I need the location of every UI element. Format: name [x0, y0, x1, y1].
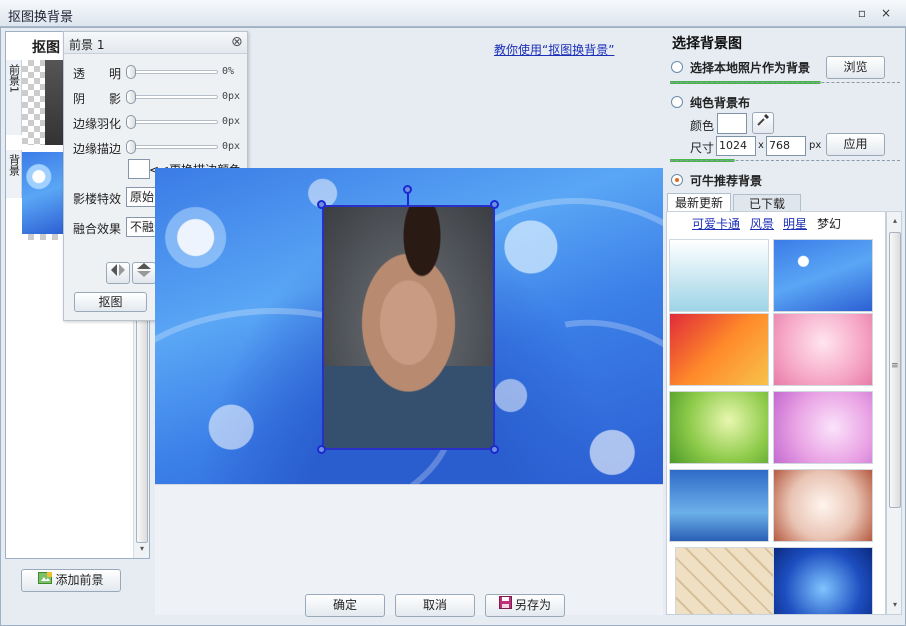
background-thumb[interactable]	[669, 469, 769, 542]
background-thumb[interactable]	[675, 547, 775, 614]
resize-handle-bottom-left[interactable]	[317, 445, 326, 454]
shadow-knob[interactable]	[126, 90, 136, 104]
maximize-button[interactable]: ▫	[854, 5, 870, 21]
panel-heading: 抠图	[32, 40, 60, 56]
radio-local-photo[interactable]	[671, 61, 683, 73]
help-link[interactable]: 教你使用“抠图换背景”	[494, 41, 614, 58]
background-thumb[interactable]	[773, 547, 873, 614]
transparency-knob[interactable]	[126, 65, 136, 79]
add-image-icon	[38, 570, 53, 591]
transparency-slider[interactable]	[128, 70, 218, 74]
shadow-slider[interactable]	[128, 95, 218, 99]
flip-vertical-button[interactable]	[132, 262, 156, 284]
stroke-label: 边缘描边	[73, 142, 122, 156]
background-thumb[interactable]	[773, 391, 873, 464]
size-unit: px	[809, 140, 822, 151]
radio-recommended[interactable]	[671, 174, 683, 186]
eyedropper-icon	[757, 114, 769, 126]
local-photo-label: 选择本地照片作为背景	[690, 61, 811, 75]
rotate-handle-stem	[407, 192, 409, 206]
tab-foreground[interactable]: 前景1	[6, 60, 22, 135]
color-swatch[interactable]	[717, 113, 747, 134]
height-input[interactable]: 768	[766, 136, 806, 156]
close-properties-icon[interactable]: ⊗	[231, 34, 243, 50]
recommended-label: 可牛推荐背景	[690, 174, 763, 188]
ok-button[interactable]: 确定	[305, 594, 385, 617]
gallery-scrollbar[interactable]: ▴ ≡ ▾	[886, 211, 902, 615]
radio-solid-color[interactable]	[671, 96, 683, 108]
blend-label: 融合效果	[73, 222, 122, 236]
category-stars[interactable]: 明星	[783, 215, 807, 232]
tab-latest[interactable]: 最新更新	[667, 193, 731, 212]
editing-canvas[interactable]	[155, 168, 663, 484]
foreground-photo[interactable]	[322, 205, 495, 450]
save-as-label: 另存为	[514, 598, 551, 612]
properties-header: 前景 1 ⊗	[64, 32, 247, 54]
background-thumb[interactable]	[669, 313, 769, 386]
add-foreground-button[interactable]: 添加前景	[21, 569, 121, 592]
background-thumbnail[interactable]	[22, 152, 64, 234]
solid-color-label: 纯色背景布	[690, 96, 751, 110]
layer-name: 前景 1	[69, 38, 105, 52]
cancel-button[interactable]: 取消	[395, 594, 475, 617]
background-panel-title: 选择背景图	[672, 36, 742, 52]
size-label: 尺寸	[690, 141, 715, 155]
feather-label: 边缘羽化	[73, 117, 122, 131]
background-thumb[interactable]	[669, 239, 769, 312]
background-thumb[interactable]	[773, 469, 873, 542]
background-thumb[interactable]	[669, 391, 769, 464]
color-label: 颜色	[690, 119, 715, 133]
section-divider-dots	[670, 160, 900, 161]
feather-knob[interactable]	[126, 115, 136, 129]
shadow-label-b: 影	[109, 92, 122, 106]
transparency-label-b: 明	[109, 67, 122, 81]
resize-handle-bottom-right[interactable]	[490, 445, 499, 454]
apply-button[interactable]: 应用	[826, 133, 885, 156]
scroll-grip-icon: ≡	[891, 361, 899, 371]
effect-label: 影楼特效	[73, 192, 122, 206]
transparency-value: 0%	[222, 66, 235, 77]
flip-horizontal-button[interactable]	[106, 262, 130, 284]
shadow-value: 0px	[222, 91, 241, 102]
scroll-down-arrow[interactable]: ▾	[890, 600, 900, 610]
resize-handle-top-left[interactable]	[317, 200, 326, 209]
background-thumb[interactable]	[773, 239, 873, 312]
scroll-down-arrow[interactable]: ▾	[137, 544, 147, 554]
cutout-button[interactable]: 抠图	[74, 292, 147, 312]
resize-handle-top-right[interactable]	[490, 200, 499, 209]
width-input[interactable]: 1024	[716, 136, 756, 156]
rotate-handle[interactable]	[403, 185, 412, 194]
flip-horizontal-icon	[111, 264, 125, 276]
section-divider-dots	[670, 82, 900, 83]
category-fantasy[interactable]: 梦幻	[817, 215, 841, 232]
stroke-color-swatch[interactable]	[128, 159, 150, 179]
title-bar: 抠图换背景 ▫ ×	[0, 0, 906, 27]
save-as-button[interactable]: 另存为	[485, 594, 565, 617]
save-icon	[498, 595, 512, 616]
shadow-label-a: 阴	[73, 92, 86, 106]
background-thumbnail-edge	[22, 234, 64, 240]
stroke-slider[interactable]	[128, 145, 218, 149]
stroke-knob[interactable]	[126, 140, 136, 154]
gallery-scroll-thumb[interactable]: ≡	[889, 232, 901, 508]
category-cartoon[interactable]: 可爱卡通	[692, 215, 740, 232]
eyedropper-button[interactable]	[752, 112, 774, 134]
feather-value: 0px	[222, 116, 241, 127]
add-foreground-label: 添加前景	[55, 573, 104, 587]
tab-background[interactable]: 背景	[6, 150, 22, 198]
feather-slider[interactable]	[128, 120, 218, 124]
tab-foreground-label: 前景1	[7, 64, 21, 93]
transparency-label-a: 透	[73, 67, 86, 81]
size-separator: x	[758, 140, 764, 151]
close-button[interactable]: ×	[878, 5, 894, 21]
window-title: 抠图换背景	[8, 10, 74, 25]
background-thumb[interactable]	[773, 313, 873, 386]
scroll-up-arrow[interactable]: ▴	[890, 216, 900, 226]
flip-vertical-icon	[137, 263, 151, 277]
category-scenery[interactable]: 风景	[750, 215, 774, 232]
browse-button[interactable]: 浏览	[826, 56, 885, 79]
tab-background-label: 背景	[7, 154, 21, 176]
background-gallery: 可爱卡通 风景 明星 梦幻	[666, 211, 886, 615]
stroke-value: 0px	[222, 141, 241, 152]
